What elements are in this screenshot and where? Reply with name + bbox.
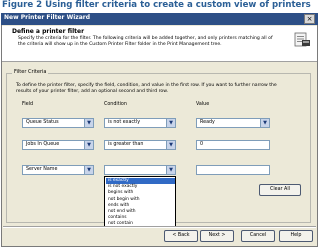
value-column-header: Value	[196, 102, 210, 107]
condition-value-row-1: is not exactly	[108, 120, 141, 125]
chevron-down-icon[interactable]: ▼	[166, 119, 175, 127]
chevron-down-icon[interactable]: ▼	[84, 166, 93, 174]
clear-all-button[interactable]: Clear All	[259, 184, 301, 196]
condition-select-row-2[interactable]: is greater than ▼	[104, 140, 176, 150]
field-column-header: Field	[22, 102, 34, 107]
field-value-row-1: Queue Status	[26, 120, 59, 125]
value-select-row-1[interactable]: Ready ▼	[196, 118, 270, 128]
chevron-down-icon[interactable]: ▼	[84, 141, 93, 149]
chevron-down-icon[interactable]: ▼	[84, 119, 93, 127]
figure-caption: Figure 2 Using filter criteria to create…	[2, 0, 311, 10]
filter-instructions: To define the printer filter, specify th…	[16, 83, 277, 95]
condition-select-row-3[interactable]: ▼	[104, 165, 176, 175]
back-button[interactable]: < Back	[164, 230, 198, 242]
printer-filter-icon	[294, 32, 310, 47]
chevron-down-icon[interactable]: ▼	[166, 166, 175, 174]
cancel-button[interactable]: Cancel	[241, 230, 275, 242]
condition-column-header: Condition	[104, 102, 127, 107]
field-select-row-1[interactable]: Queue Status ▼	[22, 118, 94, 128]
condition-value-row-2: is greater than	[108, 142, 144, 147]
footer-divider	[3, 226, 316, 228]
chevron-down-icon[interactable]: ▼	[166, 141, 175, 149]
field-select-row-3[interactable]: Server Name ▼	[22, 165, 94, 175]
chevron-down-icon[interactable]: ▼	[260, 119, 269, 127]
condition-select-row-1[interactable]: is not exactly ▼	[104, 118, 176, 128]
field-value-row-3: Server Name	[26, 167, 58, 172]
value-row-1: Ready	[200, 120, 215, 125]
filter-criteria-legend: Filter Criteria	[12, 69, 49, 75]
help-button[interactable]: Help	[279, 230, 313, 242]
value-input-row-3[interactable]	[196, 165, 270, 175]
header-title: Define a printer filter	[12, 28, 85, 35]
window-title: New Printer Filter Wizard	[4, 14, 91, 21]
close-icon[interactable]: ×	[304, 14, 315, 24]
next-button[interactable]: Next >	[200, 230, 234, 242]
header-description: Specify the criteria for the filter. The…	[18, 36, 273, 48]
value-input-row-2[interactable]: 0	[196, 140, 270, 150]
field-select-row-2[interactable]: Jobs In Queue ▼	[22, 140, 94, 150]
field-value-row-2: Jobs In Queue	[26, 142, 60, 147]
condition-dropdown-list: is exactly is not exactly begins with no…	[104, 176, 176, 228]
